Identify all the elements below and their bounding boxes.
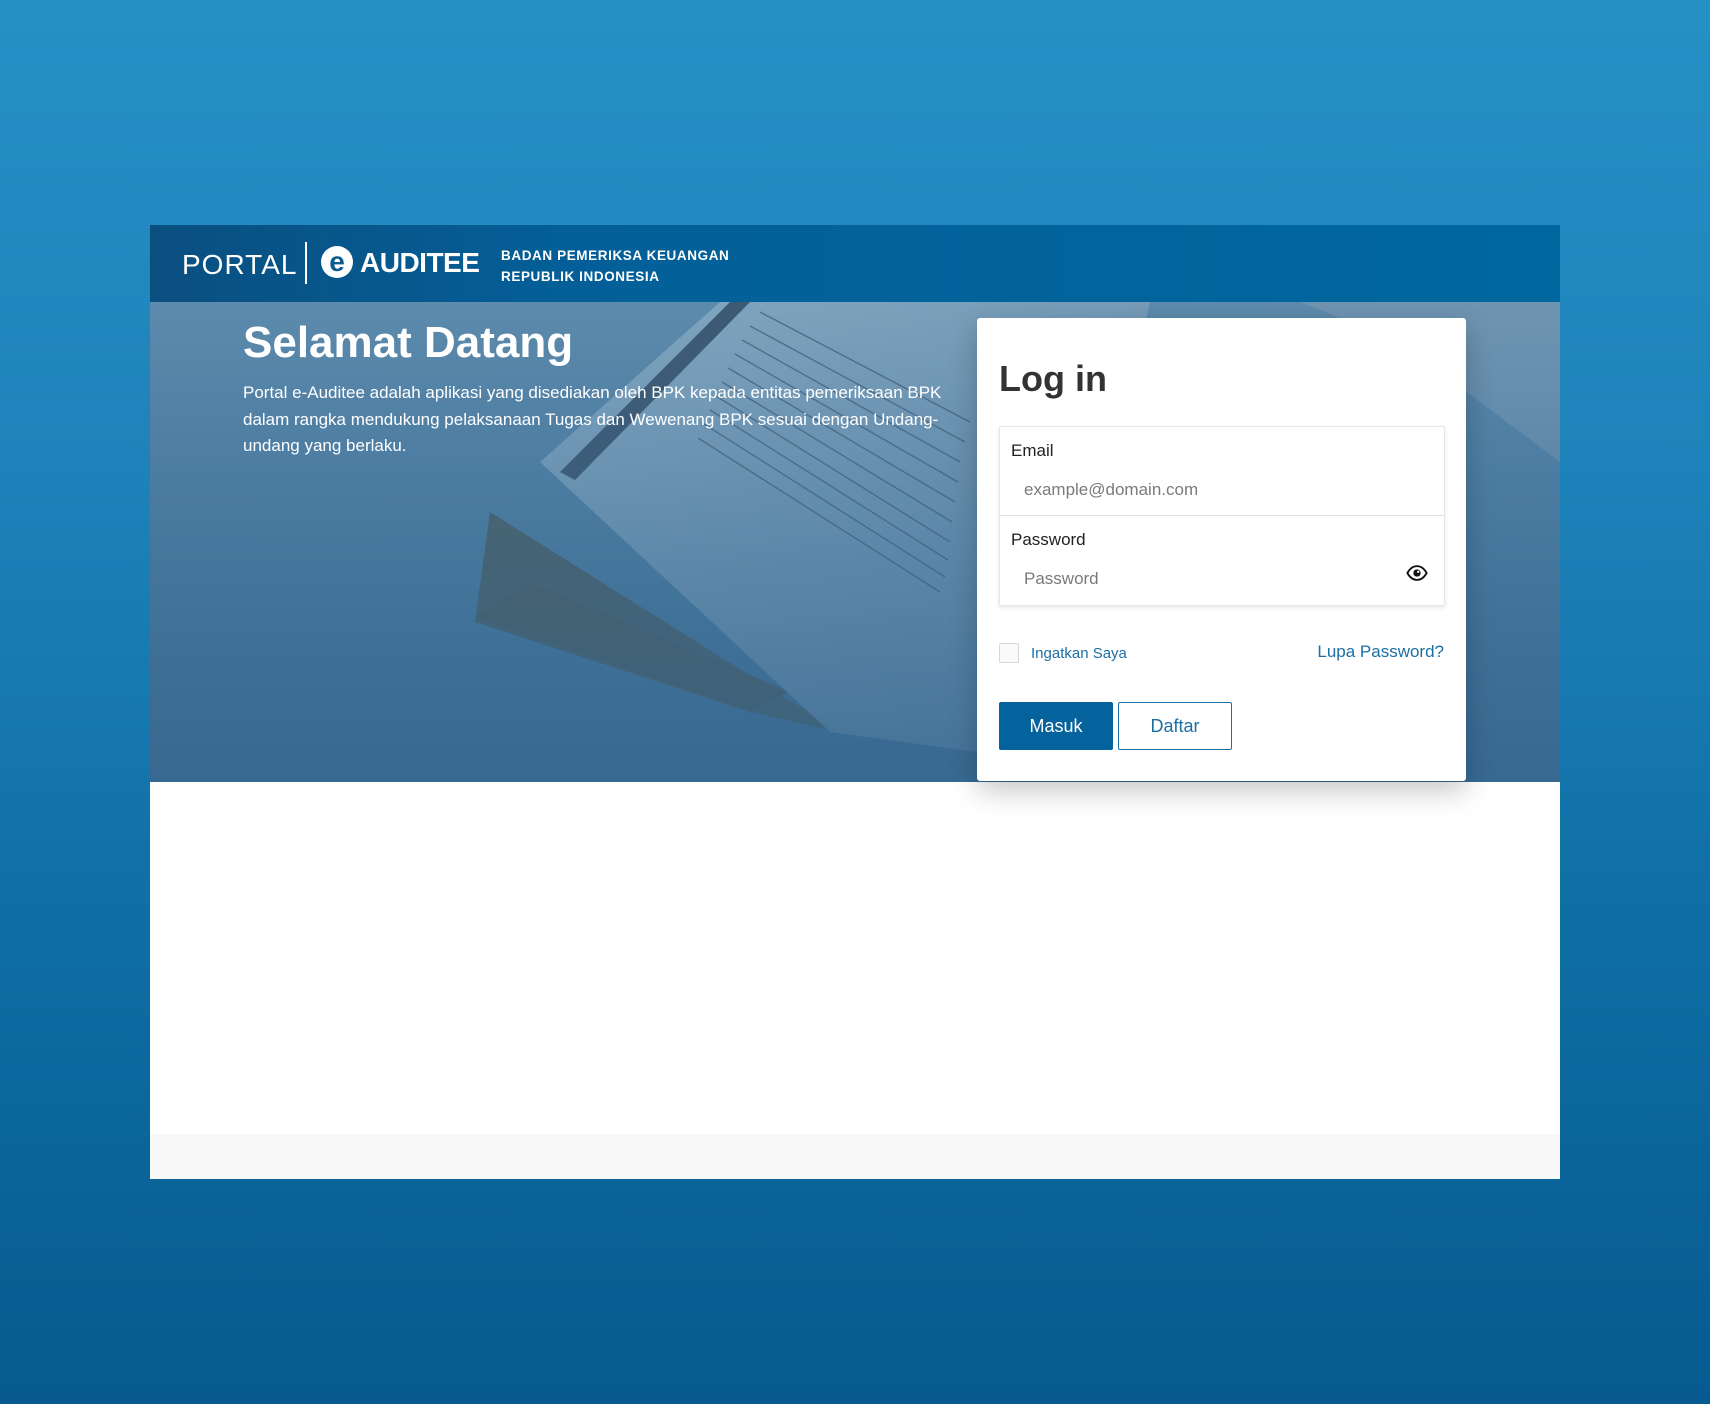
password-label: Password (1011, 530, 1086, 549)
email-field[interactable] (1024, 477, 1404, 503)
remember-label[interactable]: Ingatkan Saya (1031, 645, 1127, 662)
org-line-2: REPUBLIK INDONESIA (501, 269, 660, 284)
organization-name: BADAN PEMERIKSA KEUANGAN REPUBLIK INDONE… (501, 245, 729, 287)
login-card: Log in Email Password Ingatkan Saya Lupa… (977, 318, 1466, 781)
app-window: PORTAL e AUDITEE BADAN PEMERIKSA KEUANGA… (150, 225, 1560, 1179)
welcome-description: Portal e-Auditee adalah aplikasi yang di… (243, 383, 942, 455)
email-field-group: Email (1000, 427, 1444, 515)
remember-me[interactable]: Ingatkan Saya (999, 643, 1127, 663)
forgot-password-link[interactable]: Lupa Password? (1317, 642, 1444, 662)
register-button[interactable]: Daftar (1118, 702, 1232, 750)
logo-product-text: AUDITEE (360, 247, 480, 278)
top-bar: PORTAL e AUDITEE BADAN PEMERIKSA KEUANGA… (150, 225, 1560, 302)
org-line-1: BADAN PEMERIKSA KEUANGAN (501, 248, 730, 263)
password-field[interactable] (1024, 566, 1404, 592)
login-title: Log in (999, 358, 1107, 399)
logo-portal-text: PORTAL (182, 249, 298, 280)
svg-text:e: e (329, 246, 345, 277)
e-logo-icon: e (321, 246, 353, 278)
login-button[interactable]: Masuk (999, 702, 1113, 750)
password-field-group: Password (1000, 515, 1444, 604)
login-fields: Email Password (999, 426, 1445, 606)
welcome-title: Selamat Datang (243, 318, 574, 367)
footer-strip (150, 1134, 1560, 1179)
remember-checkbox[interactable] (999, 643, 1019, 663)
logo-divider (305, 242, 307, 284)
eye-icon[interactable] (1406, 562, 1428, 584)
email-label: Email (1011, 441, 1054, 460)
